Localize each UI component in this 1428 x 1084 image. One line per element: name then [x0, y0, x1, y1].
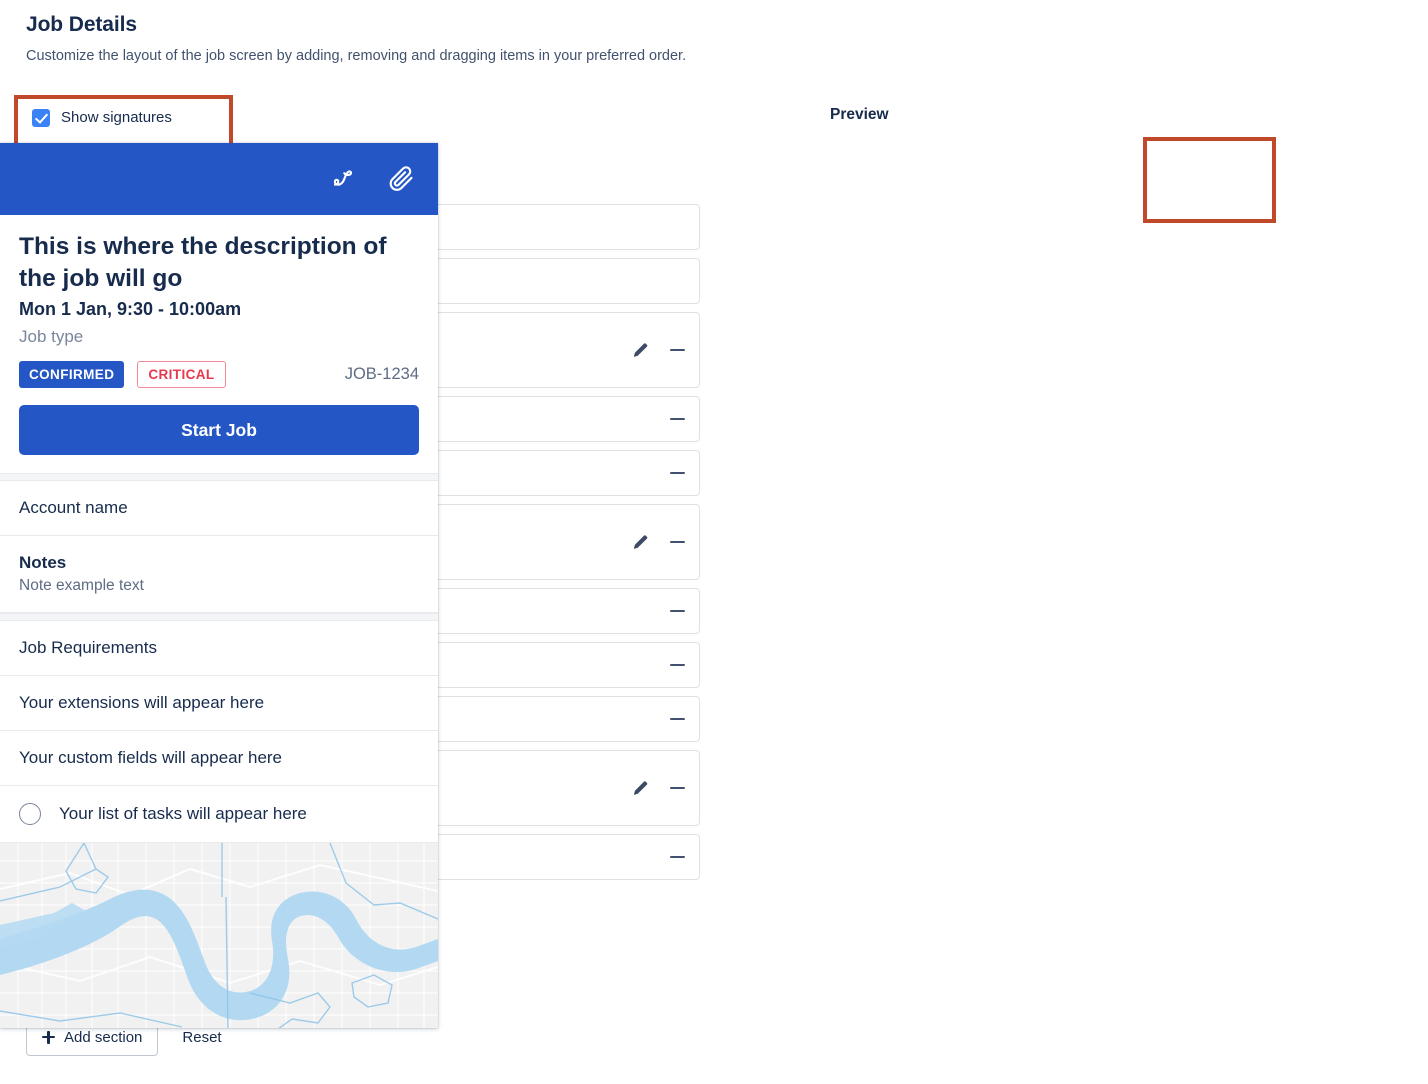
status-badge: CONFIRMED [19, 361, 124, 388]
priority-badge: CRITICAL [137, 361, 225, 388]
preview-row-text: Notes Note example text [19, 555, 419, 595]
row-actions [631, 341, 685, 360]
preview-row-title: Your extensions will appear here [19, 693, 264, 712]
job-badges: CONFIRMED CRITICAL JOB-1234 [19, 361, 419, 388]
row-actions [670, 718, 685, 721]
preview-section-divider [0, 473, 438, 481]
remove-item-icon[interactable] [670, 610, 685, 613]
edit-pencil-icon[interactable] [631, 779, 650, 798]
preview-row-account-name: Account name [0, 481, 438, 536]
job-type: Job type [19, 327, 419, 347]
checkbox-checked-icon[interactable] [32, 109, 50, 127]
reset-button[interactable]: Reset [176, 1028, 227, 1047]
edit-pencil-icon[interactable] [631, 341, 650, 360]
preview-row-text: Your custom fields will appear here [19, 750, 282, 767]
remove-item-icon[interactable] [670, 418, 685, 421]
task-checkbox-icon[interactable] [19, 803, 41, 825]
preview-row-subtitle: Note example text [19, 577, 419, 595]
preview-row-notes: Notes Note example text [0, 536, 438, 613]
preview-row-title: Notes [19, 553, 66, 572]
row-actions [670, 418, 685, 421]
preview-row-text: Account name [19, 500, 128, 517]
page-title: Job Details [26, 13, 800, 37]
preview-row-text: Your extensions will appear here [19, 695, 264, 712]
toggle-label: Show signatures [61, 109, 172, 126]
preview-title: Preview [830, 106, 1300, 124]
job-description: This is where the description of the job… [19, 231, 419, 294]
edit-pencil-icon[interactable] [631, 533, 650, 552]
appbar-icons-highlight-box [1143, 137, 1276, 223]
preview-row-title: Your custom fields will appear here [19, 748, 282, 767]
job-details-settings-page: Job Details Customize the layout of the … [0, 0, 1428, 1084]
preview-sections: Account name Notes Note example text Job Re… [0, 473, 438, 843]
row-actions [670, 856, 685, 859]
start-job-button[interactable]: Start Job [19, 405, 419, 455]
preview-row-tasks: Your list of tasks will appear here [0, 786, 438, 843]
job-number: JOB-1234 [345, 365, 419, 384]
preview-row-title: Account name [19, 498, 128, 517]
job-header: This is where the description of the job… [0, 215, 438, 473]
row-actions [670, 664, 685, 667]
remove-item-icon[interactable] [670, 718, 685, 721]
row-actions [670, 472, 685, 475]
signature-icon[interactable] [330, 164, 360, 194]
toggle-show-signatures[interactable]: Show signatures [18, 99, 229, 136]
page-description: Customize the layout of the job screen b… [26, 48, 800, 64]
preview-section-divider [0, 613, 438, 621]
preview-row-job-reqs: Job Requirements [0, 621, 438, 676]
row-actions [631, 533, 685, 552]
preview-row-extensions: Your extensions will appear here [0, 676, 438, 731]
remove-item-icon[interactable] [670, 787, 685, 790]
preview-row-title: Job Requirements [19, 638, 157, 657]
job-preview-card: This is where the description of the job… [0, 143, 438, 1028]
paperclip-icon[interactable] [386, 164, 416, 194]
preview-row-text: Job Requirements [19, 640, 157, 657]
row-actions [670, 610, 685, 613]
remove-item-icon[interactable] [670, 349, 685, 352]
job-datetime: Mon 1 Jan, 9:30 - 10:00am [19, 299, 419, 320]
preview-panel: Preview [830, 0, 1300, 124]
row-actions [631, 779, 685, 798]
remove-item-icon[interactable] [670, 664, 685, 667]
map-preview[interactable] [0, 843, 438, 1028]
layout-editor-panel: Job Details Customize the layout of the … [0, 0, 800, 64]
preview-row-text: Your list of tasks will appear here [59, 804, 307, 824]
preview-appbar [0, 143, 438, 215]
remove-item-icon[interactable] [670, 856, 685, 859]
plus-icon [42, 1031, 55, 1044]
preview-row-custom-fields: Your custom fields will appear here [0, 731, 438, 786]
preview-row-title: Your list of tasks will appear here [59, 804, 307, 823]
remove-item-icon[interactable] [670, 472, 685, 475]
add-section-label: Add section [64, 1029, 142, 1046]
remove-item-icon[interactable] [670, 541, 685, 544]
